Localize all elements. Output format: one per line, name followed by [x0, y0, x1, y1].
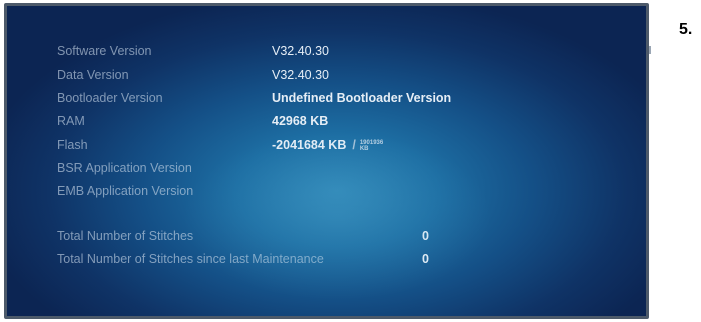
value-data-version: V32.40.30: [272, 68, 329, 82]
value-flash-group: -2041684 KB/1901936 KB: [272, 137, 383, 153]
label-emb-application-version: EMB Application Version: [57, 184, 194, 198]
label-stitches-since-maintenance: Total Number of Stitches since last Main…: [57, 252, 324, 266]
label-flash: Flash: [57, 138, 88, 152]
value-bootloader-version: Undefined Bootloader Version: [272, 91, 452, 105]
flash-separator: /: [352, 138, 356, 152]
value-stitches-since-maintenance: 0: [422, 252, 429, 266]
value-total-stitches: 0: [422, 229, 429, 243]
machine-info-screen: Software Version V32.40.30 Data Version …: [4, 3, 649, 319]
label-total-stitches: Total Number of Stitches: [57, 229, 194, 243]
label-data-version: Data Version: [57, 68, 129, 82]
value-flash: -2041684 KB: [272, 138, 347, 152]
step-number: 5.: [679, 21, 693, 38]
label-bsr-application-version: BSR Application Version: [57, 161, 192, 175]
screen-edge-marker: [649, 46, 651, 54]
flash-total-fraction: 1901936 KB: [360, 140, 383, 152]
label-bootloader-version: Bootloader Version: [57, 91, 163, 105]
value-ram: 42968 KB: [272, 114, 329, 128]
flash-total-top: 1901936: [359, 139, 384, 146]
label-software-version: Software Version: [57, 44, 152, 58]
label-ram: RAM: [57, 114, 85, 128]
value-software-version: V32.40.30: [272, 44, 329, 58]
flash-total-bottom: KB: [359, 145, 369, 152]
